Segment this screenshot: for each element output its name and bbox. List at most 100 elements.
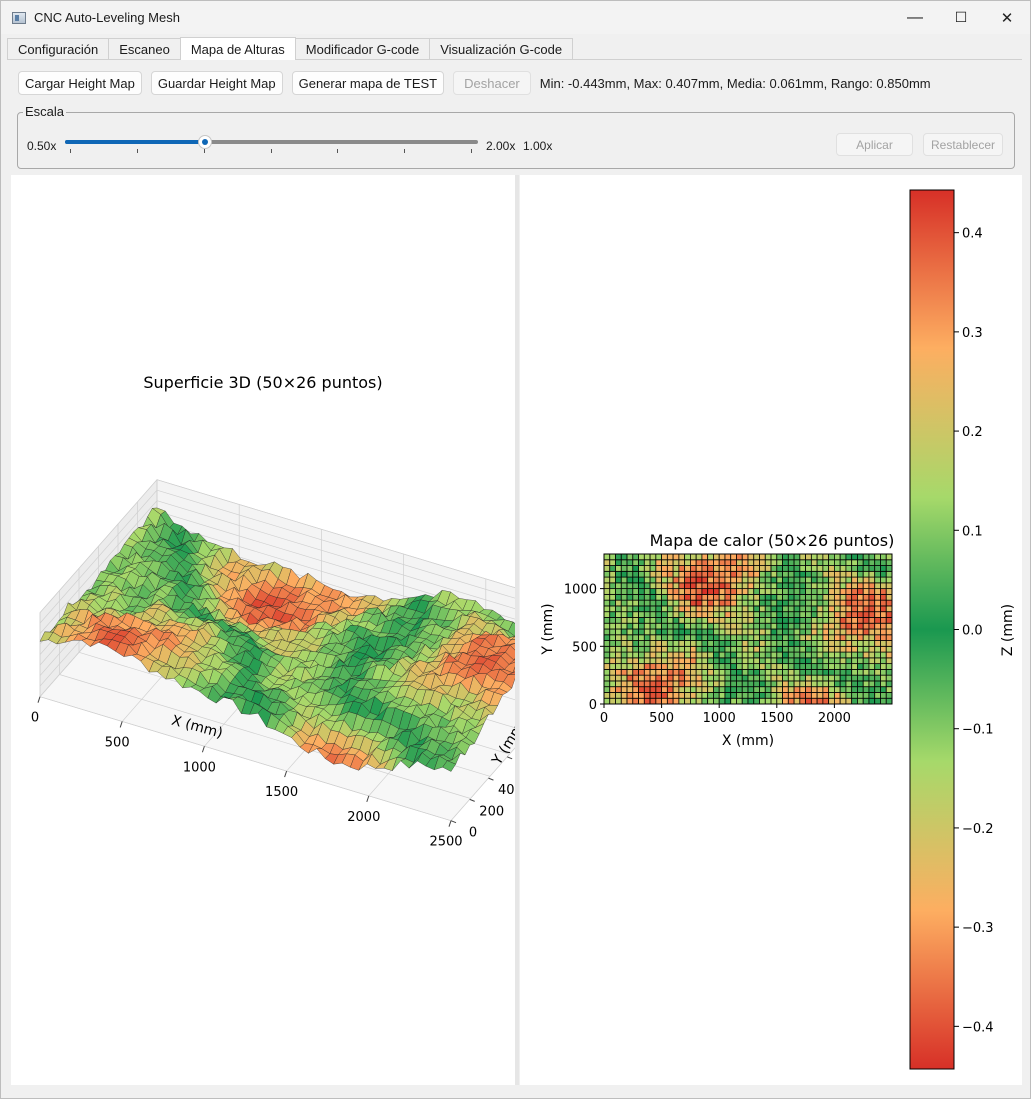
- heatmap-cell: [845, 645, 853, 653]
- heatmap-cell: [810, 697, 818, 705]
- heatmap-cell: [880, 593, 887, 601]
- heatmap-cell: [782, 593, 789, 601]
- heatmap-cell: [747, 651, 755, 659]
- heatmap-cell: [793, 668, 801, 676]
- heatmap-cell: [632, 657, 639, 665]
- heatmap-cell: [770, 692, 778, 699]
- heatmap-cell: [672, 611, 680, 618]
- tab-visualizacion-gcode[interactable]: Visualización G-code: [429, 38, 574, 59]
- heatmap-cell: [862, 599, 870, 607]
- heatmap-cell: [655, 593, 662, 601]
- heatmap-cell: [730, 565, 737, 572]
- heatmap-cell: [747, 680, 755, 688]
- heatmap-cell: [684, 576, 691, 584]
- colorbar-tick-label: −0.3: [962, 921, 994, 936]
- heatmap-cell: [626, 674, 634, 682]
- heatmap-cell: [713, 605, 720, 613]
- heatmap-cell: [782, 668, 789, 676]
- heatmap-cell: [736, 645, 743, 653]
- heatmap-cell: [643, 617, 651, 624]
- heatmap-cell: [770, 645, 778, 653]
- heatmap-cell: [880, 634, 887, 641]
- heatmap-cell: [759, 680, 766, 688]
- heatmap-cell: [839, 628, 847, 636]
- plot-splitter[interactable]: [515, 175, 519, 1085]
- heatmap-cell: [874, 640, 881, 647]
- heatmap-cell: [776, 628, 783, 636]
- heatmap-cell: [782, 697, 789, 705]
- tab-mapa-de-alturas[interactable]: Mapa de Alturas: [179, 37, 296, 60]
- heatmap-cell: [695, 645, 703, 653]
- heatmap-cell: [764, 680, 772, 688]
- load-heightmap-button[interactable]: Cargar Height Map: [18, 71, 142, 95]
- heatmap-cell: [857, 588, 864, 595]
- heatmap-cell: [764, 657, 772, 665]
- surface-x-tick-label: 2000: [347, 810, 380, 825]
- heatmap-cell: [678, 582, 686, 590]
- heatmap-cell: [741, 605, 749, 613]
- save-heightmap-button[interactable]: Guardar Height Map: [150, 71, 283, 95]
- close-button[interactable]: ✕: [984, 1, 1030, 34]
- heatmap-cell: [689, 657, 697, 665]
- heatmap-cell: [643, 593, 651, 601]
- heatmap-cell: [684, 588, 691, 595]
- heatmap-cell: [816, 599, 824, 607]
- heatmap-cell: [776, 559, 783, 566]
- heatmap-cell: [643, 622, 651, 630]
- heatmap-cell: [632, 617, 639, 624]
- heatmap-cell: [603, 593, 611, 601]
- heatmap-cell: [805, 617, 812, 624]
- heatmap-cell: [822, 605, 830, 613]
- heatmap-cell: [874, 611, 881, 618]
- heatmap-cell: [684, 599, 691, 607]
- maximize-button[interactable]: ☐: [938, 1, 984, 34]
- heatmap-cell: [632, 686, 639, 693]
- heatmap-cell: [672, 605, 680, 613]
- slider-thumb[interactable]: [197, 135, 212, 149]
- heatmap-cell: [713, 692, 720, 699]
- heatmap-cell: [661, 668, 668, 676]
- heatmap-cell: [816, 611, 824, 618]
- generate-test-map-button[interactable]: Generar mapa de TEST: [291, 71, 445, 95]
- heatmap-cell: [862, 593, 870, 601]
- tab-configuracion[interactable]: Configuración: [7, 38, 110, 59]
- heatmap-cell: [805, 553, 812, 561]
- apply-button[interactable]: Aplicar: [836, 133, 913, 156]
- heatmap-cell: [643, 663, 651, 670]
- heatmap-cell: [638, 663, 645, 670]
- heatmap-cell: [799, 611, 806, 618]
- tab-escaneo[interactable]: Escaneo: [108, 38, 181, 59]
- heatmap-cell: [649, 570, 657, 578]
- heatmap-cell: [839, 645, 847, 653]
- undo-button[interactable]: Deshacer: [453, 71, 531, 95]
- heatmap-cell: [862, 692, 870, 699]
- surface-3d-plot[interactable]: Superficie 3D (50×26 puntos) 0 500 1000 150…: [11, 175, 515, 1085]
- heatmap-cell: [638, 599, 645, 607]
- heatmap-cell: [603, 657, 611, 665]
- heatmap-cell: [672, 565, 680, 572]
- heatmap-cell: [684, 559, 691, 566]
- heatmap-cell: [609, 680, 616, 688]
- heatmap-cell: [620, 674, 628, 682]
- reset-button[interactable]: Restablecer: [923, 133, 1003, 156]
- heatmap-cell: [822, 593, 830, 601]
- heatmap-cell: [759, 593, 766, 601]
- heatmap-cell: [799, 588, 806, 595]
- minimize-button[interactable]: —: [892, 1, 938, 34]
- heatmap-cell: [787, 634, 795, 641]
- heatmap-cell: [845, 588, 853, 595]
- heatmap-cell: [632, 593, 639, 601]
- heatmap-cell: [857, 611, 864, 618]
- heatmap-cell: [701, 668, 709, 676]
- heatmap-cell: [666, 622, 674, 630]
- heatmap-cell: [782, 553, 789, 561]
- heatmap-cell: [880, 628, 887, 636]
- heatmap-cell: [678, 640, 686, 647]
- tab-modificador-gcode[interactable]: Modificador G-code: [294, 38, 431, 59]
- heatmap-cell: [615, 576, 622, 584]
- heatmap-cell: [764, 663, 772, 670]
- scale-slider[interactable]: [65, 133, 480, 157]
- heatmap-plot[interactable]: Mapa de calor (50×26 puntos) 0 500 1000 150…: [520, 175, 1022, 1085]
- heatmap-cell: [689, 622, 697, 630]
- heatmap-cell: [810, 553, 818, 561]
